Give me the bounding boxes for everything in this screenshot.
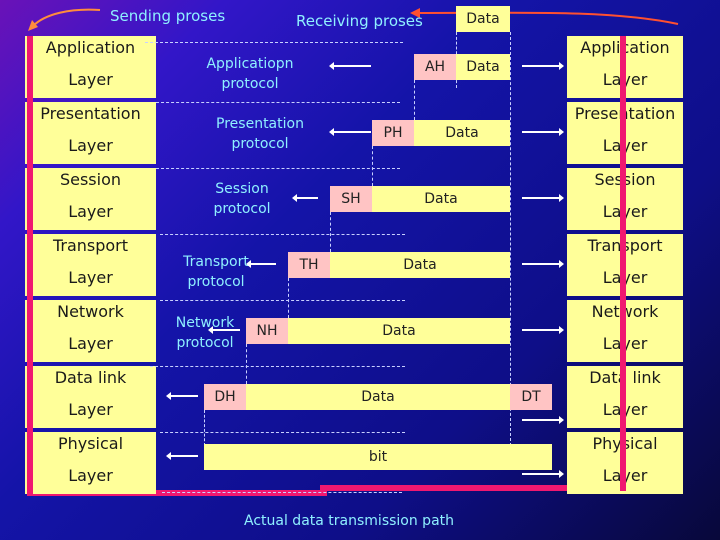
path-join [320, 485, 326, 496]
sender-presentation-layer: Presentation Layer [25, 102, 156, 164]
separator [160, 234, 405, 235]
receiving-process-label: Receiving proses [296, 12, 423, 30]
guide-line [330, 212, 331, 252]
separator [150, 366, 405, 367]
sender-application-layer: Application Layer [25, 36, 156, 98]
data-link-data: Data [246, 384, 510, 410]
sending-curve-arrow [32, 8, 101, 27]
session-data: Data [372, 186, 510, 212]
dt-trailer: DT [510, 384, 552, 410]
presentation-data: Data [414, 120, 510, 146]
arrow-right-icon [522, 260, 564, 268]
arrow-right-icon [522, 62, 564, 70]
arrow-left-icon [208, 326, 240, 334]
separator [156, 168, 400, 169]
th-header: TH [288, 252, 330, 278]
nh-header: NH [246, 318, 288, 344]
path-left-overlay [27, 36, 33, 496]
sender-transport-layer: Transport Layer [25, 234, 156, 296]
arrow-right-icon [522, 416, 564, 424]
ph-header: PH [372, 120, 414, 146]
sending-process-label: Sending proses [110, 7, 226, 25]
separator [145, 42, 403, 43]
transmission-path-label: Actual data transmission path [244, 513, 455, 529]
guide-line [372, 146, 373, 186]
guide-line [204, 410, 205, 446]
top-data-box: Data [456, 6, 510, 32]
arrow-left-icon [166, 452, 198, 460]
application-protocol-label: Applicatiopn protocol [206, 56, 294, 92]
session-protocol-label: Session protocol [213, 181, 271, 217]
arrow-right-icon [522, 470, 564, 478]
physical-bits: bit [204, 444, 552, 470]
transport-protocol-label: Transport protocol [183, 254, 249, 290]
dh-header: DH [204, 384, 246, 410]
sh-header: SH [330, 186, 372, 212]
separator [160, 300, 405, 301]
arrow-right-icon [522, 326, 564, 334]
separator [156, 102, 400, 103]
sender-data-link-layer: Data link Layer [25, 366, 156, 428]
sending-arrowhead [28, 20, 38, 31]
network-data: Data [288, 318, 510, 344]
arrow-right-icon [522, 128, 564, 136]
sender-physical-layer: Physical Layer [25, 432, 156, 494]
arrow-left-icon [329, 62, 371, 70]
receiving-curve-arrow [414, 11, 679, 25]
presentation-protocol-label: Presentation protocol [216, 116, 304, 152]
arrow-right-icon [522, 194, 564, 202]
application-data: Data [456, 54, 510, 80]
path-right-vertical [620, 36, 626, 491]
guide-line [288, 278, 289, 318]
ah-header: AH [414, 54, 456, 80]
arrow-left-icon [166, 392, 198, 400]
sender-network-layer: Network Layer [25, 300, 156, 362]
transport-data: Data [330, 252, 510, 278]
sender-session-layer: Session Layer [25, 168, 156, 230]
arrow-left-icon [246, 260, 276, 268]
arrow-left-icon [329, 128, 371, 136]
guide-line [414, 80, 415, 120]
arrow-left-icon [292, 194, 318, 202]
separator [160, 432, 405, 433]
separator [162, 492, 402, 493]
